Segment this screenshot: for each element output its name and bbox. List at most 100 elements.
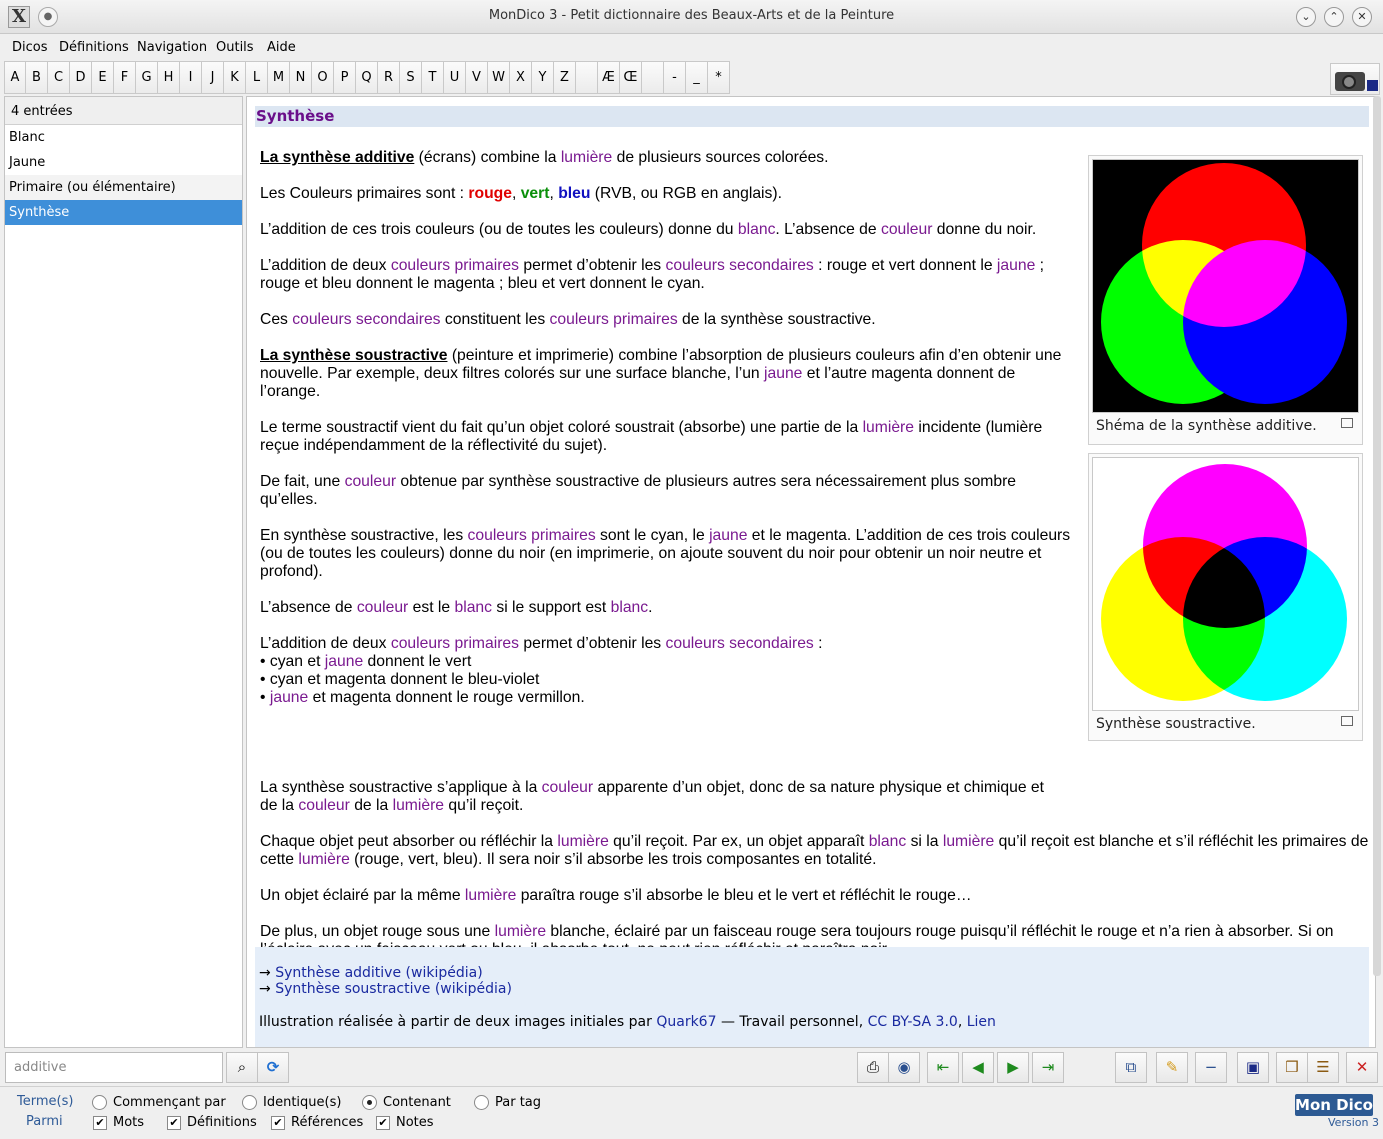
list-item-synthese[interactable]: Synthèse: [5, 200, 242, 225]
letter-button[interactable]: T: [422, 61, 444, 94]
link-jaune[interactable]: jaune: [325, 653, 363, 670]
enlarge-icon[interactable]: [1341, 418, 1353, 428]
search-input[interactable]: additive: [5, 1052, 223, 1083]
globe-icon[interactable]: ◉: [888, 1052, 920, 1083]
remove-icon[interactable]: −: [1195, 1052, 1227, 1083]
link-couleurs-primaires[interactable]: couleurs primaires: [468, 527, 596, 544]
link-jaune[interactable]: jaune: [270, 689, 308, 706]
link-blanc[interactable]: blanc: [738, 221, 776, 238]
book-icon[interactable]: ❒: [1276, 1052, 1308, 1083]
books-icon[interactable]: ☰: [1307, 1052, 1339, 1083]
link-jaune[interactable]: jaune: [997, 257, 1035, 274]
vertical-scrollbar[interactable]: [1373, 96, 1381, 976]
letter-button[interactable]: R: [378, 61, 400, 94]
link-jaune[interactable]: jaune: [709, 527, 747, 544]
link-blanc[interactable]: blanc: [455, 599, 493, 616]
link-lien[interactable]: Lien: [967, 1014, 996, 1030]
letter-button[interactable]: X: [510, 61, 532, 94]
link-wikipedia-soustractive[interactable]: Synthèse soustractive (wikipédia): [275, 981, 512, 997]
minimize-chevron-icon[interactable]: ⌄: [1296, 7, 1316, 27]
link-license[interactable]: CC BY-SA 3.0: [868, 1014, 958, 1030]
check-mots[interactable]: ✔ Mots: [93, 1115, 144, 1130]
tools-icon[interactable]: ✕: [1346, 1052, 1378, 1083]
link-couleurs-secondaires[interactable]: couleurs secondaires: [292, 311, 440, 328]
letter-button[interactable]: J: [202, 61, 224, 94]
letter-button[interactable]: N: [290, 61, 312, 94]
letter-button[interactable]: O: [312, 61, 334, 94]
copy-icon[interactable]: ⧉: [1115, 1052, 1147, 1083]
letter-button[interactable]: E: [92, 61, 114, 94]
letter-button[interactable]: D: [70, 61, 92, 94]
menu-aide[interactable]: Aide: [267, 40, 296, 55]
letter-button[interactable]: A: [4, 61, 26, 94]
letter-button[interactable]: *: [708, 61, 730, 94]
letter-button[interactable]: P: [334, 61, 356, 94]
menu-navigation[interactable]: Navigation: [137, 40, 207, 55]
link-couleurs-primaires[interactable]: couleurs primaires: [391, 635, 519, 652]
menu-dicos[interactable]: Dicos: [12, 40, 48, 55]
maximize-chevron-icon[interactable]: ⌃: [1324, 7, 1344, 27]
print-icon[interactable]: ⎙: [857, 1052, 889, 1083]
last-entry-icon[interactable]: ⇥: [1032, 1052, 1064, 1083]
letter-button[interactable]: F: [114, 61, 136, 94]
search-magnifier-icon[interactable]: ⌕: [226, 1052, 258, 1083]
link-blanc[interactable]: blanc: [611, 599, 649, 616]
letter-button[interactable]: _: [686, 61, 708, 94]
previous-entry-icon[interactable]: ◀: [962, 1052, 994, 1083]
radio-identique[interactable]: Identique(s): [242, 1095, 341, 1110]
save-icon[interactable]: ▣: [1237, 1052, 1269, 1083]
link-wikipedia-additive[interactable]: Synthèse additive (wikipédia): [275, 965, 482, 981]
letter-button[interactable]: K: [224, 61, 246, 94]
link-lumiere[interactable]: lumière: [393, 797, 444, 814]
letter-button[interactable]: U: [444, 61, 466, 94]
letter-button[interactable]: I: [180, 61, 202, 94]
link-couleurs-secondaires[interactable]: couleurs secondaires: [666, 635, 814, 652]
letter-button[interactable]: B: [26, 61, 48, 94]
radio-commencant[interactable]: Commençant par: [92, 1095, 226, 1110]
link-couleur[interactable]: couleur: [881, 221, 932, 238]
link-couleurs-primaires[interactable]: couleurs primaires: [391, 257, 519, 274]
link-couleurs-secondaires[interactable]: couleurs secondaires: [666, 257, 814, 274]
list-item-jaune[interactable]: Jaune: [5, 150, 242, 175]
letter-button[interactable]: G: [136, 61, 158, 94]
link-blanc[interactable]: blanc: [869, 833, 907, 850]
link-couleur[interactable]: couleur: [542, 779, 593, 796]
link-couleur[interactable]: couleur: [357, 599, 408, 616]
letter-button[interactable]: [642, 61, 664, 94]
link-lumiere[interactable]: lumière: [943, 833, 994, 850]
letter-button[interactable]: L: [246, 61, 268, 94]
letter-button[interactable]: H: [158, 61, 180, 94]
link-lumiere[interactable]: lumière: [561, 149, 612, 166]
close-icon[interactable]: ✕: [1352, 7, 1372, 27]
check-notes[interactable]: ✔ Notes: [376, 1115, 434, 1130]
additive-image[interactable]: [1092, 159, 1359, 413]
radio-contenant[interactable]: Contenant: [362, 1095, 451, 1110]
first-entry-icon[interactable]: ⇤: [927, 1052, 959, 1083]
menu-definitions[interactable]: Définitions: [59, 40, 129, 55]
letter-button[interactable]: Q: [356, 61, 378, 94]
letter-button[interactable]: V: [466, 61, 488, 94]
enlarge-icon[interactable]: [1341, 716, 1353, 726]
link-lumiere[interactable]: lumière: [298, 851, 349, 868]
link-jaune[interactable]: jaune: [764, 365, 802, 382]
list-item-primaire[interactable]: Primaire (ou élémentaire): [5, 175, 242, 200]
link-lumiere[interactable]: lumière: [863, 419, 914, 436]
letter-button[interactable]: W: [488, 61, 510, 94]
letter-button[interactable]: Z: [554, 61, 576, 94]
letter-button[interactable]: M: [268, 61, 290, 94]
link-lumiere[interactable]: lumière: [465, 887, 516, 904]
letter-button[interactable]: Æ: [598, 61, 620, 94]
refresh-icon[interactable]: ⟳: [257, 1052, 289, 1083]
edit-pencil-icon[interactable]: ✎: [1156, 1052, 1188, 1083]
subtractive-image[interactable]: [1092, 457, 1359, 711]
list-item-blanc[interactable]: Blanc: [5, 125, 242, 150]
link-lumiere[interactable]: lumière: [495, 923, 546, 940]
link-quark67[interactable]: Quark67: [656, 1014, 716, 1030]
letter-button[interactable]: Y: [532, 61, 554, 94]
screenshot-camera-button[interactable]: [1330, 63, 1380, 95]
letter-button[interactable]: Œ: [620, 61, 642, 94]
link-couleur[interactable]: couleur: [345, 473, 396, 490]
link-lumiere[interactable]: lumière: [557, 833, 608, 850]
link-couleurs-primaires[interactable]: couleurs primaires: [550, 311, 678, 328]
next-entry-icon[interactable]: ▶: [997, 1052, 1029, 1083]
